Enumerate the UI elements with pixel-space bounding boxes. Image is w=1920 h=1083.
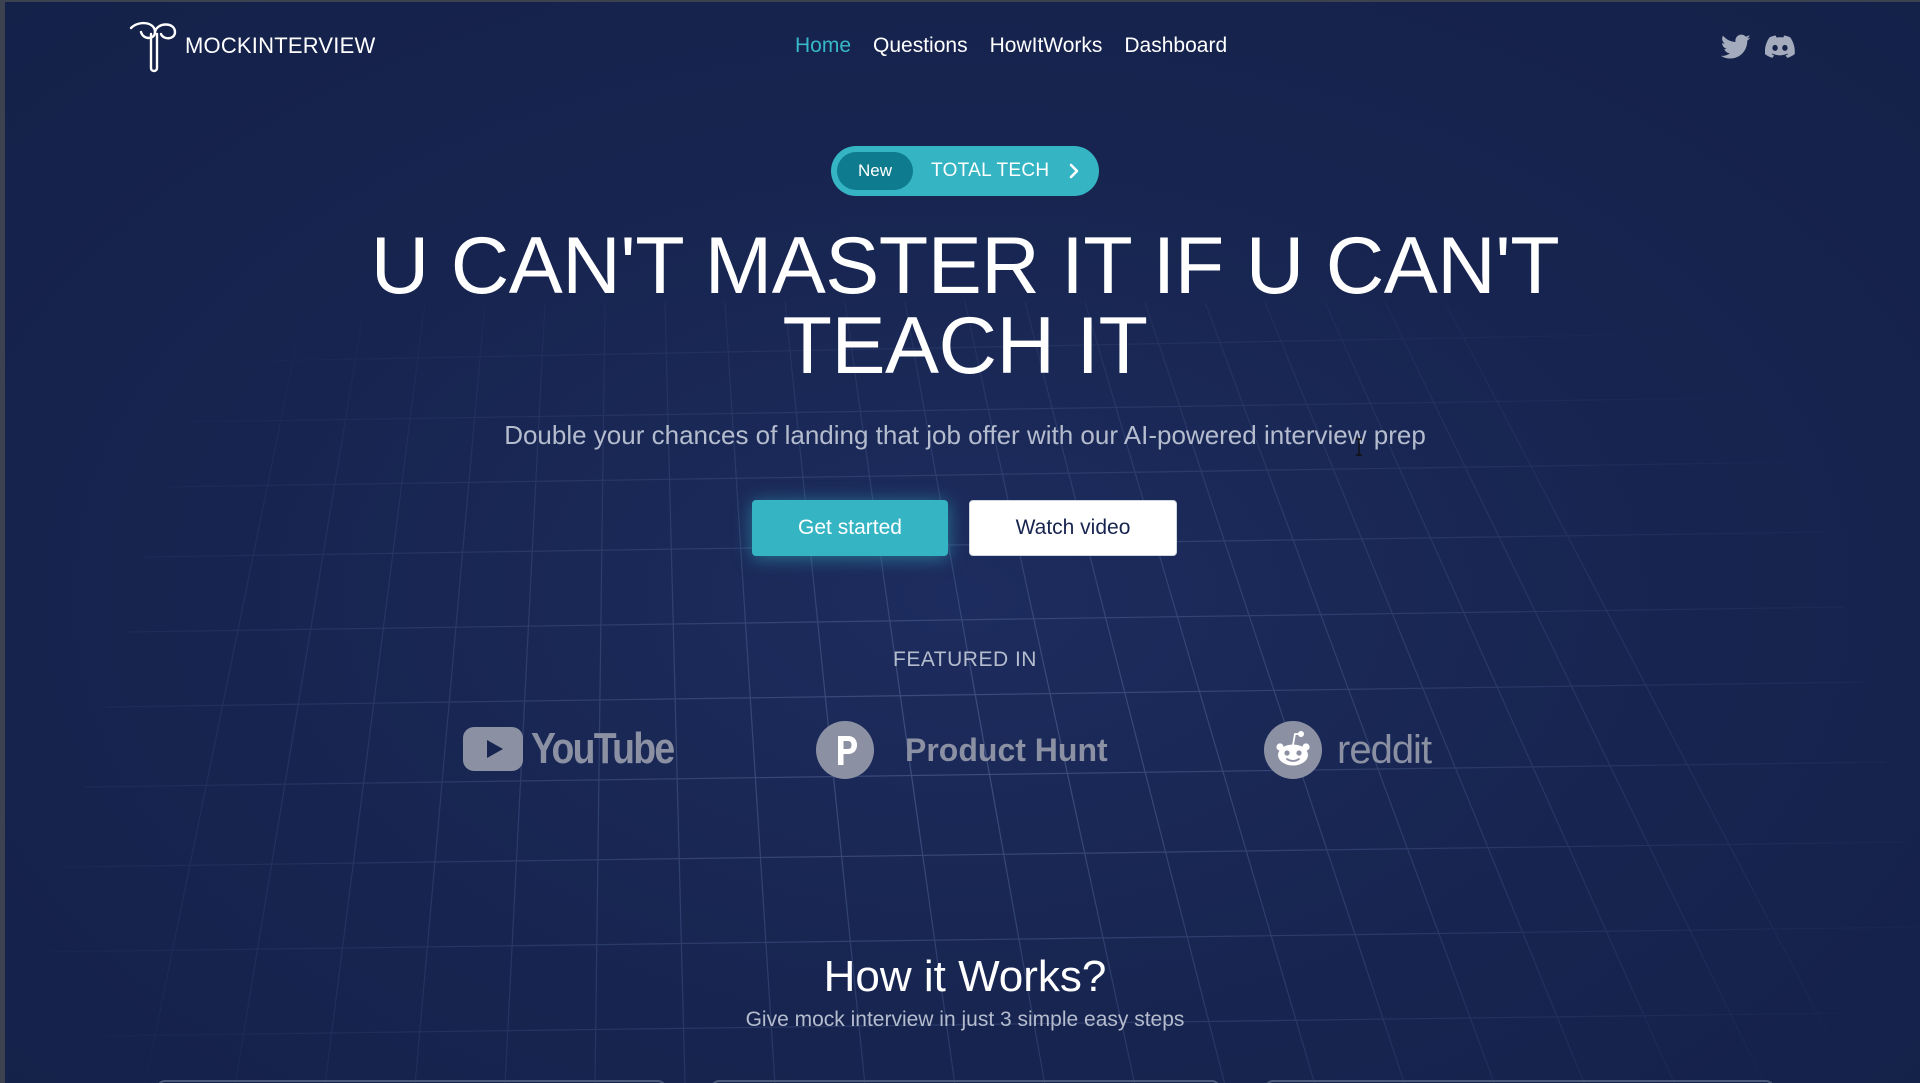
how-it-works-subtitle: Give mock interview in just 3 simple eas… xyxy=(745,1008,1185,1031)
reddit-wordmark: reddit xyxy=(1337,727,1432,772)
main-nav: Home Questions HowItWorks Dashboard xyxy=(795,34,1249,58)
text-cursor-icon xyxy=(1356,438,1362,456)
chevron-right-icon xyxy=(1070,163,1079,179)
badge-text: TOTAL TECH xyxy=(931,160,1050,181)
product-hunt-logo: Product Hunt xyxy=(815,720,1108,780)
brand-name: MOCKINTERVIEW xyxy=(185,33,376,58)
brand-home-link[interactable]: MOCKINTERVIEW xyxy=(125,18,375,74)
youtube-wordmark: YouTube xyxy=(531,724,675,773)
reddit-logo: reddit xyxy=(1263,720,1432,780)
nav-item-home[interactable]: Home xyxy=(795,34,851,58)
nav-item-dashboard[interactable]: Dashboard xyxy=(1124,34,1227,58)
social-links xyxy=(1721,34,1795,60)
hero-title: U CAN'T MASTER IT IF U CAN'T TEACH IT xyxy=(315,226,1615,387)
product-hunt-icon xyxy=(816,721,874,779)
hero-subtitle: Double your chances of landing that job … xyxy=(504,420,1426,450)
hero-title-line-1: U CAN'T MASTER IT IF U CAN'T xyxy=(370,221,1560,311)
discord-icon[interactable] xyxy=(1765,34,1795,60)
get-started-button[interactable]: Get started xyxy=(752,500,948,556)
how-it-works-title: How it Works? xyxy=(823,952,1107,1001)
announcement-badge[interactable]: New TOTAL TECH xyxy=(831,146,1099,196)
youtube-icon xyxy=(463,727,523,771)
featured-in-label: FEATURED IN xyxy=(893,648,1037,671)
hero-title-line-2: TEACH IT xyxy=(782,301,1148,391)
twitter-icon[interactable] xyxy=(1721,34,1751,60)
nav-item-questions[interactable]: Questions xyxy=(873,34,968,58)
landing-page: MOCKINTERVIEW Home Questions HowItWorks … xyxy=(0,0,1920,1083)
product-hunt-wordmark: Product Hunt xyxy=(905,731,1108,768)
nav-item-howitworks[interactable]: HowItWorks xyxy=(990,34,1103,58)
top-navbar: MOCKINTERVIEW Home Questions HowItWorks … xyxy=(5,2,1920,92)
reddit-icon xyxy=(1264,721,1322,779)
brand-logo-icon xyxy=(129,21,177,73)
watch-video-button[interactable]: Watch video xyxy=(969,500,1177,556)
youtube-logo: YouTube xyxy=(463,724,699,774)
badge-new-tag: New xyxy=(837,152,913,190)
